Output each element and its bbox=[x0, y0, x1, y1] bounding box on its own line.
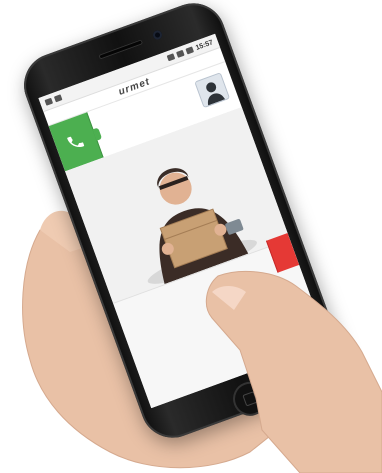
right-hand-illustration bbox=[205, 270, 382, 473]
scene: 15:57 urmet bbox=[0, 0, 382, 473]
